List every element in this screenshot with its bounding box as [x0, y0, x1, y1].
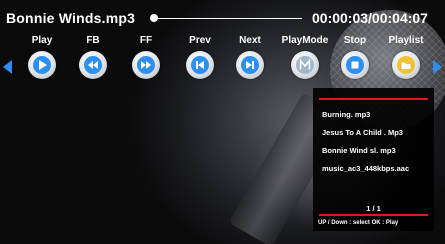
playlist-item[interactable]: Burning. mp3	[322, 110, 370, 119]
stop-control[interactable]: Stop	[330, 34, 380, 79]
playlist-control[interactable]: Playlist	[381, 34, 431, 79]
playlist-item[interactable]: Bonnie Wind sl. mp3	[322, 146, 396, 155]
fast-backward-label: FB	[86, 35, 100, 46]
playlist-page-indicator: 1 / 1	[366, 204, 381, 213]
next-track-icon[interactable]	[236, 51, 264, 79]
next-label: Next	[239, 35, 261, 46]
playmode-control[interactable]: PlayMode	[280, 34, 330, 79]
fast-forward-icon[interactable]	[132, 51, 160, 79]
play-icon[interactable]	[28, 51, 56, 79]
next-control[interactable]: Next	[225, 34, 275, 79]
play-label: Play	[31, 35, 53, 46]
playlist-panel: Burning. mp3 Jesus To A Child . Mp3 Bonn…	[313, 88, 434, 231]
stop-label: Stop	[343, 35, 367, 46]
panel-divider-top	[319, 98, 428, 100]
fast-backward-control[interactable]: FB	[68, 34, 118, 79]
scroll-left-arrow-icon[interactable]	[3, 60, 12, 74]
previous-control[interactable]: Prev	[175, 34, 225, 79]
previous-track-icon[interactable]	[186, 51, 214, 79]
progress-knob[interactable]	[149, 14, 158, 22]
fast-forward-label: FF	[139, 35, 153, 46]
previous-label: Prev	[189, 35, 211, 46]
progress-bar[interactable]	[152, 18, 302, 19]
playlist-label: Playlist	[388, 35, 424, 46]
playlist-folder-icon[interactable]	[392, 51, 420, 79]
fast-backward-icon[interactable]	[79, 51, 107, 79]
playlist-key-hint: UP / Down : select OK : Play	[318, 220, 399, 226]
playmode-label: PlayMode	[281, 35, 329, 46]
playlist-item[interactable]: Jesus To A Child . Mp3	[322, 128, 403, 137]
music-player-screen: Bonnie Winds.mp3 00:00:03/00:04:07 Play …	[0, 0, 445, 244]
scroll-right-arrow-icon[interactable]	[433, 60, 442, 74]
playmode-m-icon[interactable]	[291, 51, 319, 79]
playlist-item[interactable]: music_ac3_448kbps.aac	[322, 164, 409, 173]
stop-icon[interactable]	[341, 51, 369, 79]
play-control[interactable]: Play	[17, 34, 67, 79]
track-title: Bonnie Winds.mp3	[6, 10, 136, 26]
playback-time: 00:00:03/00:04:07	[312, 10, 428, 26]
panel-divider-bottom	[319, 214, 428, 216]
fast-forward-control[interactable]: FF	[121, 34, 171, 79]
